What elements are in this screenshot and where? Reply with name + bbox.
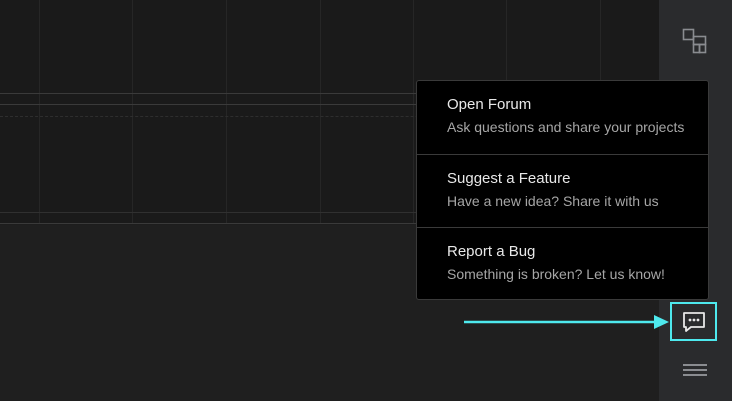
app-window: Open Forum Ask questions and share your … [0,0,732,401]
chat-icon [682,311,705,332]
menu-item-title: Report a Bug [447,243,536,260]
grid-line [226,0,227,224]
feedback-chat-button[interactable] [670,302,717,341]
grid-line [39,0,40,224]
menu-item-suggest-feature[interactable]: Suggest a Feature Have a new idea? Share… [417,154,708,227]
menu-item-subtitle: Ask questions and share your projects [447,119,685,135]
menu-item-subtitle: Something is broken? Let us know! [447,266,665,282]
feedback-popup-menu: Open Forum Ask questions and share your … [416,80,709,300]
layout-icon[interactable] [681,27,709,55]
grid-line [320,0,321,224]
menu-item-report-bug[interactable]: Report a Bug Something is broken? Let us… [417,227,708,299]
menu-item-title: Suggest a Feature [447,170,571,187]
grid-line [413,0,414,224]
menu-item-title: Open Forum [447,96,532,113]
grid-line [132,0,133,224]
menu-item-subtitle: Have a new idea? Share it with us [447,193,659,209]
hamburger-menu-icon[interactable] [681,358,709,382]
arrow-annotation-icon [464,315,669,329]
menu-item-open-forum[interactable]: Open Forum Ask questions and share your … [417,81,708,154]
